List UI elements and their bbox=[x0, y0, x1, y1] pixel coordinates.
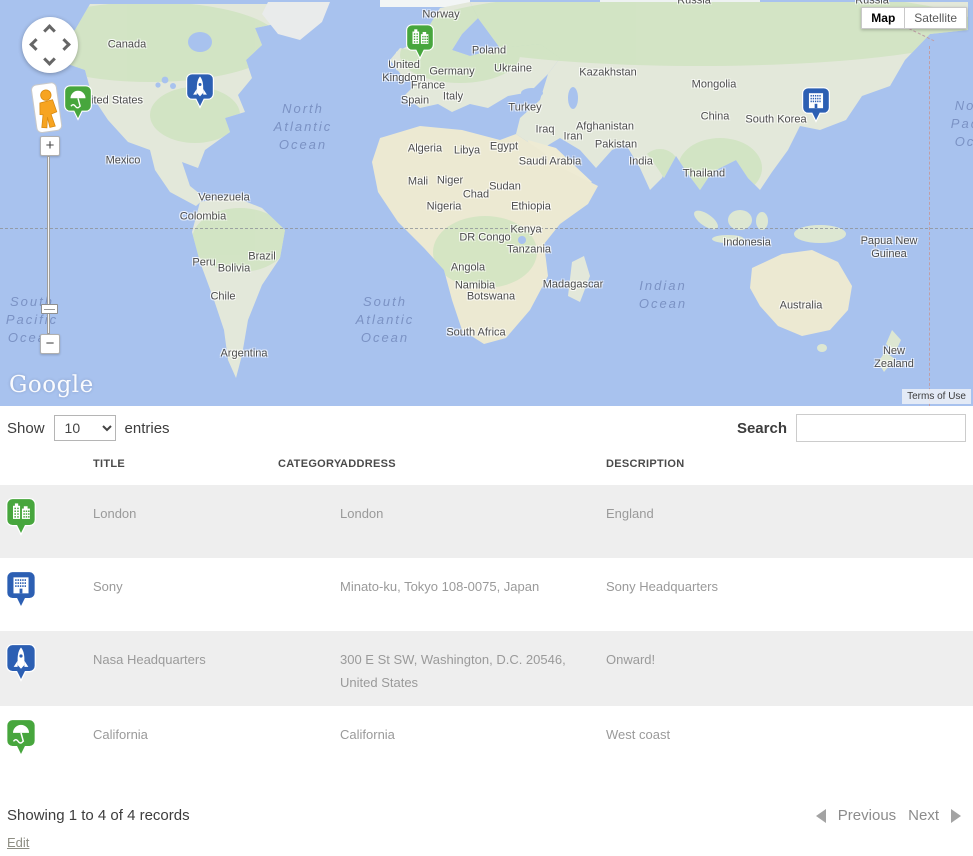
google-logo: Google bbox=[9, 372, 94, 398]
show-label: Show bbox=[7, 420, 45, 437]
pan-down-icon[interactable] bbox=[43, 53, 56, 66]
title-column-header[interactable]: TITLE bbox=[93, 448, 278, 485]
table-row: Nasa Headquarters 300 E St SW, Washington… bbox=[0, 631, 973, 706]
search-group: Search bbox=[737, 414, 966, 442]
row-title-cell: Nasa Headquarters bbox=[93, 631, 278, 706]
pan-left-icon[interactable] bbox=[29, 38, 42, 51]
terms-of-use-link[interactable]: Terms of Use bbox=[902, 389, 971, 404]
next-icon[interactable] bbox=[951, 809, 961, 823]
map-type-satellite-button[interactable]: Satellite bbox=[904, 7, 967, 29]
search-input[interactable] bbox=[796, 414, 966, 442]
map-marker-california[interactable] bbox=[63, 84, 93, 129]
row-title-cell: California bbox=[93, 706, 278, 779]
zoom-in-button[interactable]: + bbox=[40, 136, 60, 156]
city-marker-icon bbox=[5, 497, 37, 539]
zoom-slider-handle[interactable] bbox=[41, 304, 58, 314]
search-label: Search bbox=[737, 420, 787, 437]
map-viewport[interactable]: CanadaUnited StatesMexicoVenezuelaColomb… bbox=[0, 0, 973, 406]
map-type-control: Map Satellite bbox=[861, 7, 967, 29]
row-category-icon-cell bbox=[0, 485, 93, 558]
row-category-icon-cell bbox=[0, 706, 93, 779]
category-column-header[interactable]: CATEGORY bbox=[278, 448, 340, 485]
map-marker-london[interactable] bbox=[405, 23, 435, 68]
map-marker-sony[interactable] bbox=[801, 86, 831, 131]
row-address-cell: California bbox=[340, 706, 606, 779]
row-address-cell: 300 E St SW, Washington, D.C. 20546, Uni… bbox=[340, 631, 606, 706]
previous-button[interactable]: Previous bbox=[838, 807, 896, 824]
dateline-dashed-line bbox=[929, 46, 930, 406]
row-address-cell: London bbox=[340, 485, 606, 558]
row-address-cell: Minato-ku, Tokyo 108-0075, Japan bbox=[340, 558, 606, 631]
building-marker-icon bbox=[5, 570, 37, 612]
zoom-out-button[interactable]: − bbox=[40, 334, 60, 354]
table-row: CaliforniaCaliforniaWest coast bbox=[0, 706, 973, 779]
row-category-icon-cell bbox=[0, 558, 93, 631]
row-category-cell bbox=[278, 706, 340, 779]
row-category-cell bbox=[278, 631, 340, 706]
previous-icon[interactable] bbox=[816, 809, 826, 823]
address-column-header[interactable]: ADDRESS bbox=[340, 448, 606, 485]
row-title-cell: Sony bbox=[93, 558, 278, 631]
pan-up-icon[interactable] bbox=[43, 24, 56, 37]
row-description-cell: Onward! bbox=[606, 631, 973, 706]
pan-right-icon[interactable] bbox=[58, 38, 71, 51]
page-size-group: Show 10 entries bbox=[7, 415, 170, 441]
row-category-cell bbox=[278, 485, 340, 558]
row-title-cell: London bbox=[93, 485, 278, 558]
building-marker-icon bbox=[801, 86, 831, 126]
description-column-header[interactable]: DESCRIPTION bbox=[606, 448, 973, 485]
table-row: LondonLondonEngland bbox=[0, 485, 973, 558]
map-pan-control[interactable] bbox=[22, 17, 78, 73]
icon-column-header bbox=[0, 448, 93, 485]
city-marker-icon bbox=[405, 23, 435, 63]
beach-marker-icon bbox=[5, 718, 37, 760]
locations-table: TITLE CATEGORY ADDRESS DESCRIPTION Londo… bbox=[0, 448, 973, 779]
equator-dashed-line bbox=[0, 228, 973, 229]
rocket-marker-icon bbox=[5, 643, 37, 685]
row-description-cell: Sony Headquarters bbox=[606, 558, 973, 631]
table-controls-bar: Show 10 entries Search bbox=[0, 406, 973, 446]
edit-link[interactable]: Edit bbox=[7, 835, 29, 850]
map-type-map-button[interactable]: Map bbox=[861, 7, 904, 29]
page-size-select[interactable]: 10 bbox=[54, 415, 116, 441]
table-footer: Showing 1 to 4 of 4 records Previous Nex… bbox=[0, 779, 973, 824]
row-description-cell: England bbox=[606, 485, 973, 558]
table-header-row: TITLE CATEGORY ADDRESS DESCRIPTION bbox=[0, 448, 973, 485]
rocket-marker-icon bbox=[185, 72, 215, 112]
beach-marker-icon bbox=[63, 84, 93, 124]
world-map-graphic bbox=[0, 0, 973, 406]
map-marker-nasa[interactable] bbox=[185, 72, 215, 117]
entries-label: entries bbox=[125, 420, 170, 437]
records-summary: Showing 1 to 4 of 4 records bbox=[7, 807, 190, 824]
row-category-cell bbox=[278, 558, 340, 631]
row-description-cell: West coast bbox=[606, 706, 973, 779]
row-category-icon-cell bbox=[0, 631, 93, 706]
pagination: Previous Next bbox=[816, 807, 961, 824]
table-row: Sony Minato-ku, Tokyo 108-0075, JapanSony… bbox=[0, 558, 973, 631]
next-button[interactable]: Next bbox=[908, 807, 939, 824]
